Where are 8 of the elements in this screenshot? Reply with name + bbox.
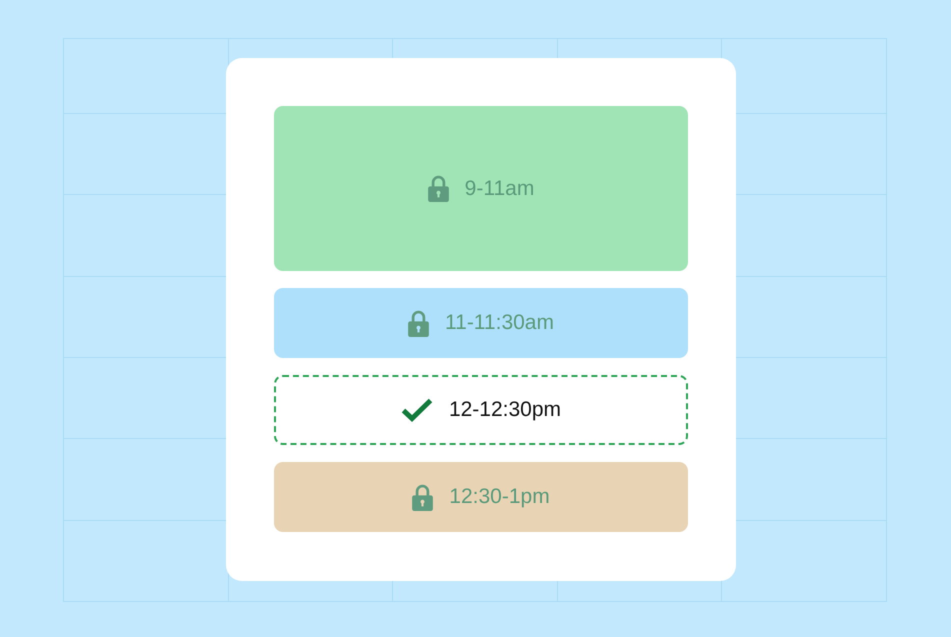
lock-icon (408, 310, 430, 336)
time-slot[interactable]: 11-11:30am (274, 288, 688, 358)
checkmark-icon (400, 398, 433, 422)
time-slot[interactable]: 12-12:30pm (274, 375, 688, 445)
time-slot[interactable]: 12:30-1pm (274, 462, 688, 532)
lock-icon (412, 484, 434, 510)
time-slot[interactable]: 9-11am (274, 106, 688, 271)
lock-icon (428, 175, 449, 202)
